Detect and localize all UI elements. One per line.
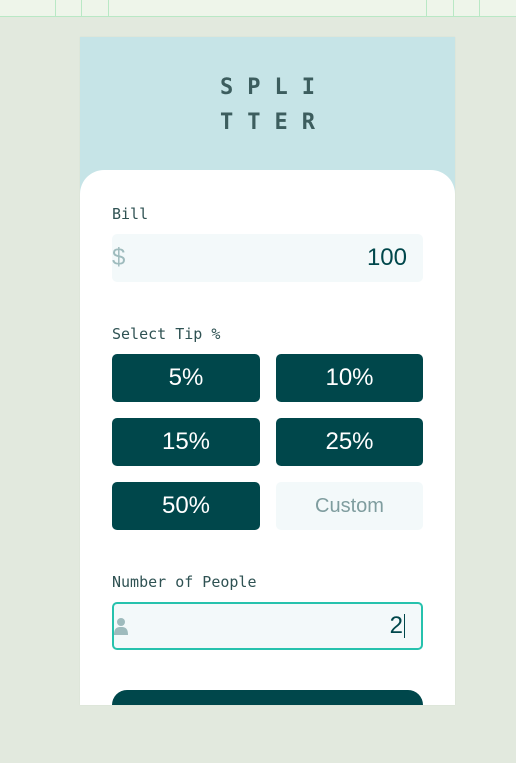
logo-line-2: TTER [220, 110, 329, 135]
dollar-icon: $ [112, 244, 126, 271]
divider [479, 0, 480, 16]
people-input[interactable]: 2 [112, 602, 423, 650]
people-value-text: 2 [389, 612, 403, 639]
person-icon [114, 604, 128, 648]
tip-button-15[interactable]: 15% [112, 418, 260, 466]
logo-line-1: SPLI [220, 75, 329, 100]
tip-label: Select Tip % [112, 325, 221, 343]
bill-label: Bill [112, 205, 149, 223]
app-container: SPLI TTER Bill $ 100 Select Tip % 5% 10%… [80, 37, 455, 705]
tip-button-5[interactable]: 5% [112, 354, 260, 402]
tip-button-25[interactable]: 25% [276, 418, 423, 466]
divider [453, 0, 454, 16]
divider [426, 0, 427, 16]
divider [55, 0, 56, 16]
tip-button-10[interactable]: 10% [276, 354, 423, 402]
divider [81, 0, 82, 16]
people-value: 2 [390, 604, 405, 648]
custom-tip-input[interactable]: Custom [276, 482, 423, 530]
calculator-card: Bill $ 100 Select Tip % 5% 10% 15% 25% 5… [80, 170, 455, 705]
top-strip [0, 0, 516, 17]
results-panel [112, 690, 423, 705]
text-caret [404, 614, 405, 638]
people-label: Number of People [112, 573, 257, 591]
bill-value: 100 [366, 244, 407, 271]
divider [108, 0, 109, 16]
tip-button-50[interactable]: 50% [112, 482, 260, 530]
bill-input[interactable]: $ 100 [112, 234, 423, 282]
